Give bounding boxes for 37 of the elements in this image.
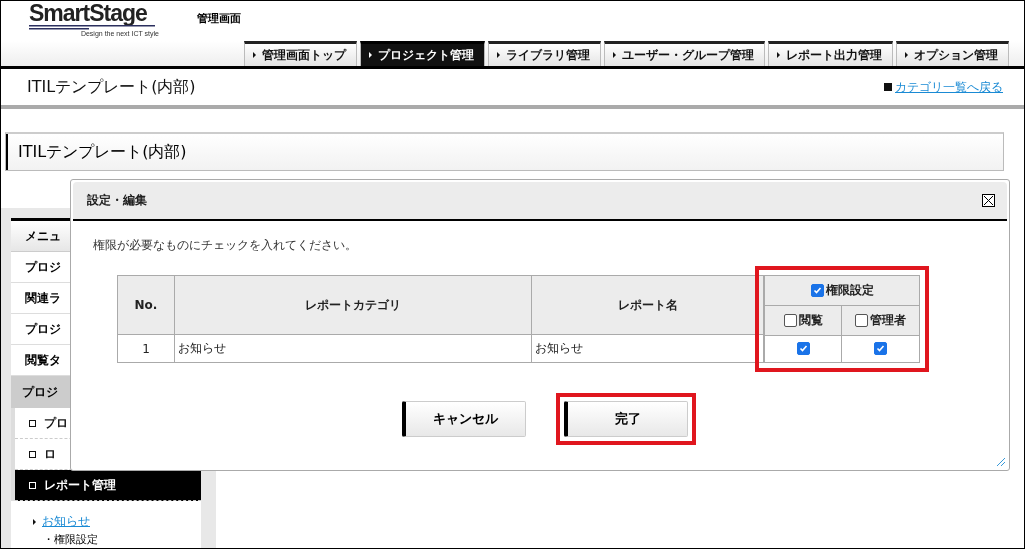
dialog-button[interactable]: 完了 bbox=[564, 401, 688, 437]
nav-tab[interactable]: プロジェクト管理 bbox=[360, 41, 485, 66]
nav-tab[interactable]: レポート出力管理 bbox=[768, 41, 893, 66]
column-header: レポートカテゴリ bbox=[174, 275, 532, 335]
column-header: 権限設定 bbox=[825, 282, 874, 299]
resize-grip-icon[interactable] bbox=[996, 457, 1006, 467]
table-cell: 1 bbox=[117, 334, 175, 363]
table-cell: お知らせ bbox=[174, 334, 532, 363]
checkbox[interactable] bbox=[874, 342, 887, 355]
table-cell: お知らせ bbox=[531, 334, 764, 363]
nav-tab[interactable]: ライブラリ管理 bbox=[488, 41, 601, 66]
back-link[interactable]: カテゴリ一覧へ戻る bbox=[884, 78, 1003, 96]
checkbox[interactable] bbox=[855, 313, 868, 327]
page-title: ITILテンプレート(内部) bbox=[27, 76, 196, 98]
check-icon bbox=[798, 344, 808, 353]
dialog-title: 設定・編集 bbox=[87, 192, 147, 209]
checkbox[interactable] bbox=[810, 284, 824, 297]
stripes-icon bbox=[29, 25, 155, 30]
dialog-button[interactable]: キャンセル bbox=[402, 401, 526, 437]
column-header: No. bbox=[117, 275, 175, 335]
column-header: 閲覧 bbox=[798, 311, 823, 329]
checkbox[interactable] bbox=[796, 342, 810, 355]
check-icon bbox=[876, 344, 885, 353]
nav-tab[interactable]: オプション管理 bbox=[896, 41, 1009, 66]
logo-name: SmartStage bbox=[29, 1, 148, 25]
header-title: 管理画面 bbox=[197, 11, 241, 26]
sidebar-subitem[interactable]: レポート管理 bbox=[15, 470, 201, 501]
checkbox[interactable] bbox=[783, 313, 797, 327]
close-button[interactable] bbox=[982, 194, 995, 207]
nav-tab[interactable]: 管理画面トップ bbox=[244, 41, 357, 66]
panel-title: ITILテンプレート(内部) bbox=[5, 132, 1004, 171]
column-header: 管理者 bbox=[870, 311, 906, 329]
column-header: レポート名 bbox=[531, 275, 764, 335]
sidebar-link[interactable]: お知らせ bbox=[42, 513, 90, 530]
nav-tab[interactable]: ユーザー・グループ管理 bbox=[604, 41, 765, 66]
sidebar-subtext: ・権限設定 bbox=[42, 532, 99, 547]
check-icon bbox=[812, 286, 822, 295]
